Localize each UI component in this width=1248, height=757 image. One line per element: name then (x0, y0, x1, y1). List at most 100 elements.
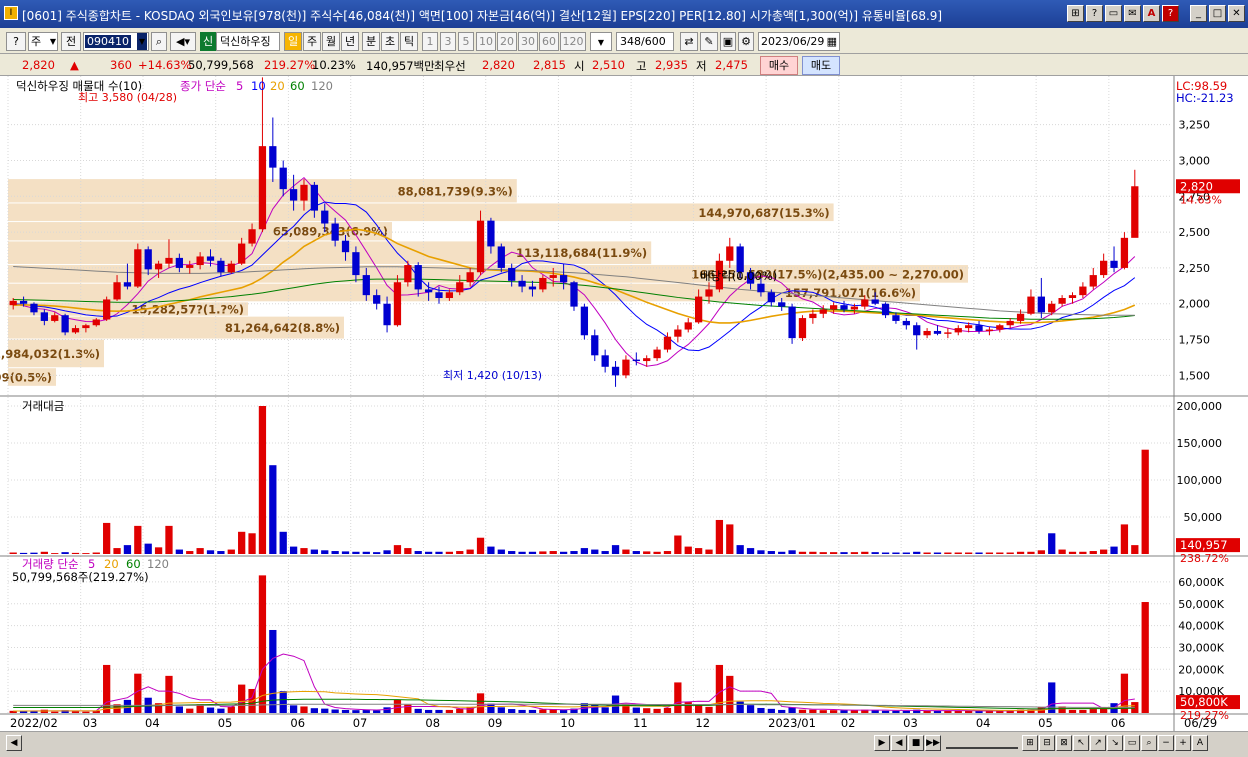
back-icon[interactable]: ◀ (891, 735, 907, 751)
y-tick-label: 2,250 (1179, 262, 1211, 275)
zoom-search-icon[interactable]: ⌕ (1141, 735, 1157, 751)
arrow-ur-icon[interactable]: ↗ (1090, 735, 1106, 751)
sell-button[interactable]: 매도 (802, 56, 840, 75)
volume-bar (445, 709, 454, 713)
candle-body (175, 257, 183, 268)
candle-body (653, 349, 661, 359)
speaker-icon[interactable]: ◀▾ (170, 32, 196, 51)
period-tick[interactable]: 틱 (400, 32, 418, 51)
volume-bar (778, 709, 786, 713)
ma120-label: 120 (311, 79, 333, 93)
period-week[interactable]: 주 (303, 32, 321, 51)
zoom-slider[interactable] (946, 737, 1018, 749)
candle-body (705, 289, 713, 297)
help-icon[interactable]: ? (1086, 5, 1103, 22)
fast-forward-icon[interactable]: ▶▶ (925, 735, 941, 751)
candle-body (196, 256, 204, 266)
minute-5[interactable]: 5 (458, 32, 474, 51)
volume-bar (591, 704, 599, 713)
arrow-ul-icon[interactable]: ↖ (1073, 735, 1089, 751)
arrow-dr-icon[interactable]: ↘ (1107, 735, 1123, 751)
hc-value: HC:-21.23 (1176, 91, 1234, 105)
candle-body (871, 299, 879, 304)
ma-label: 종가 단순 (180, 79, 226, 93)
volume-bar (954, 710, 962, 713)
period-second[interactable]: 초 (381, 32, 399, 51)
period-month[interactable]: 월 (322, 32, 340, 51)
text-tool-icon[interactable]: A (1192, 735, 1208, 751)
buy-button[interactable]: 매수 (760, 56, 798, 75)
font-icon[interactable]: A (1143, 5, 1160, 22)
layout-icon[interactable]: ⊞ (1067, 5, 1084, 22)
volume-bar (829, 710, 838, 713)
candle-body (944, 332, 952, 334)
y-tick-label: 2,500 (1179, 226, 1211, 239)
date-input[interactable]: 2023/06/29 ▦ (758, 32, 840, 51)
market-select[interactable]: 주 ▼ (28, 32, 58, 51)
amount-tag-pct: 238.72% (1180, 552, 1229, 565)
volume-bar (362, 709, 370, 713)
candle-body (518, 280, 526, 287)
minute-120[interactable]: 120 (560, 32, 586, 51)
stock-chart[interactable]: 4,787,799(0.5%)11,984,032(1.3%)81,264,64… (0, 76, 1248, 731)
stop-icon[interactable]: ■ (908, 735, 924, 751)
volume-bar (373, 710, 381, 713)
chart-tool-icon[interactable]: ⇄ (680, 32, 698, 51)
candle-body (30, 303, 38, 313)
draw-tool-icon[interactable]: ✎ (700, 32, 718, 51)
amount-bar (1120, 524, 1129, 554)
maximize-button[interactable]: □ (1209, 5, 1226, 22)
period-minute[interactable]: 분 (362, 32, 380, 51)
period-year[interactable]: 년 (341, 32, 359, 51)
search-icon[interactable]: ⌕ (151, 32, 167, 51)
mail-icon[interactable]: ✉ (1124, 5, 1141, 22)
close-button[interactable]: ✕ (1228, 5, 1245, 22)
amount-bar (1068, 551, 1077, 554)
question-icon[interactable]: ? (1162, 5, 1179, 22)
prev-button[interactable]: 전 (61, 32, 81, 51)
amount-bar (341, 551, 350, 554)
candle-body (134, 249, 142, 287)
layout3-icon[interactable]: ⊠ (1056, 735, 1072, 751)
zoom-in-icon[interactable]: + (1175, 735, 1191, 751)
save-icon[interactable]: ▣ (720, 32, 736, 51)
stock-code-input[interactable]: 090410 ▼ (83, 32, 149, 51)
amount-bar (134, 525, 142, 554)
interval-select[interactable]: ▼ (590, 32, 612, 51)
rect-icon[interactable]: ▭ (1124, 735, 1140, 751)
minute-30[interactable]: 30 (518, 32, 538, 51)
count-input[interactable]: 348/600 (616, 32, 674, 51)
settings-icon[interactable]: ⚙ (738, 32, 754, 51)
volume-profile-label: 157,791,071(16.6%) (785, 286, 916, 300)
grid-icon[interactable]: ⊞ (1022, 735, 1038, 751)
candle-body (601, 355, 609, 367)
zoom-out-icon[interactable]: − (1158, 735, 1174, 751)
minute-1[interactable]: 1 (422, 32, 438, 51)
candle-body (694, 296, 703, 323)
minute-60[interactable]: 60 (539, 32, 559, 51)
candle-body (881, 303, 890, 316)
minimize-button[interactable]: _ (1190, 5, 1207, 22)
amount-bar (103, 522, 111, 554)
jump-button[interactable]: ? (6, 32, 26, 51)
minute-3[interactable]: 3 (440, 32, 456, 51)
minute-20[interactable]: 20 (497, 32, 517, 51)
minute-10[interactable]: 10 (476, 32, 496, 51)
scroll-left-icon[interactable]: ◀ (6, 735, 22, 751)
amount-bar (154, 547, 163, 554)
candle-body (435, 292, 443, 299)
volume-bar (331, 709, 339, 713)
candle-body (788, 306, 796, 339)
volume-bar (902, 710, 910, 713)
volume-bar (757, 707, 765, 713)
volume-bar (528, 709, 537, 713)
amount-bar (217, 551, 225, 554)
candle-body (663, 336, 672, 350)
candle-body (51, 315, 59, 321)
layout2-icon[interactable]: ⊟ (1039, 735, 1055, 751)
window-icon[interactable]: ▭ (1105, 5, 1122, 22)
period-day[interactable]: 일 (284, 32, 302, 51)
play-icon[interactable]: ▶ (874, 735, 890, 751)
candle-body (456, 282, 464, 293)
volume-bar (393, 699, 402, 713)
